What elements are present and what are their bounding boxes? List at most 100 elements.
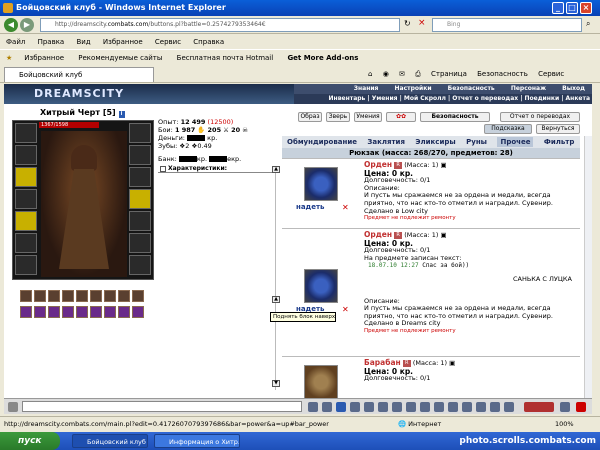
person-icon[interactable] <box>364 402 374 412</box>
belt-item[interactable] <box>48 290 60 302</box>
shield-slot[interactable] <box>129 167 151 187</box>
forward-icon[interactable]: ▶ <box>20 18 34 32</box>
maximize-button[interactable]: □ <box>566 2 578 14</box>
item-name[interactable]: Орден <box>364 160 392 169</box>
item-name[interactable]: Барабан <box>364 358 401 367</box>
clan-icon[interactable] <box>490 402 500 412</box>
belt-item[interactable] <box>62 290 74 302</box>
chat-settings-icon[interactable] <box>8 402 18 412</box>
return-button[interactable]: Вернуться <box>536 124 580 134</box>
addons-link[interactable]: Get More Add-ons <box>287 54 358 62</box>
menu-file[interactable]: Файл <box>6 38 25 46</box>
stop-icon[interactable]: × <box>418 18 426 28</box>
fight-icon[interactable] <box>378 402 388 412</box>
belt-item[interactable] <box>34 290 46 302</box>
tab-filter[interactable]: Фильтр <box>544 138 574 146</box>
earring-slot[interactable] <box>129 123 151 143</box>
gift-icon[interactable] <box>476 402 486 412</box>
print-icon[interactable]: ⎙ <box>415 70 421 78</box>
image-button[interactable]: Образ <box>298 112 322 122</box>
delete-icon[interactable]: ✕ <box>342 203 349 212</box>
skills-button[interactable]: Умения <box>354 112 382 122</box>
belt-item[interactable] <box>90 290 102 302</box>
favorites-button[interactable]: Избранное <box>24 54 64 62</box>
suggested-sites[interactable]: Рекомендуемые сайты <box>78 54 162 62</box>
belt-item[interactable] <box>118 290 130 302</box>
refresh-icon[interactable]: ↻ <box>404 19 411 28</box>
pet-slot[interactable] <box>129 233 151 253</box>
delete-icon[interactable]: ✕ <box>342 305 349 314</box>
necklace-slot[interactable] <box>15 145 37 165</box>
item-name[interactable]: Орден <box>364 230 392 239</box>
hotmail-link[interactable]: Бесплатная почта Hotmail <box>177 54 274 62</box>
book-icon[interactable] <box>462 402 472 412</box>
menu-tools[interactable]: Сервис <box>155 38 181 46</box>
tab-combats[interactable]: Бойцовский клуб <box>4 67 154 82</box>
chat-input[interactable] <box>22 401 302 412</box>
amulet-slot[interactable] <box>129 145 151 165</box>
inventory-scrollbar[interactable] <box>584 136 592 398</box>
helmet-slot[interactable] <box>15 123 37 143</box>
boots-slot[interactable] <box>129 255 151 275</box>
tab-equipment[interactable]: Обмундирование <box>287 138 357 146</box>
bracer-slot[interactable] <box>15 233 37 253</box>
friends-icon[interactable] <box>420 402 430 412</box>
mail-icon[interactable]: ✉ <box>399 70 405 78</box>
weapon-slot[interactable] <box>15 167 37 187</box>
scroll-up-icon[interactable]: ▲ <box>272 166 280 173</box>
rss-icon[interactable]: ◉ <box>383 70 389 78</box>
nav-character[interactable]: Персонаж <box>511 85 546 92</box>
belt-item[interactable] <box>104 290 116 302</box>
belt-item[interactable] <box>20 290 32 302</box>
map-icon[interactable] <box>406 402 416 412</box>
put-on-link[interactable]: надеть <box>296 203 324 211</box>
tab-spells[interactable]: Заклятия <box>367 138 405 146</box>
rune-item[interactable] <box>76 306 88 318</box>
address-input[interactable]: http://dreamscity.combats.com/buttons.pl… <box>40 18 400 32</box>
rune-item[interactable] <box>90 306 102 318</box>
menu-view[interactable]: Вид <box>76 38 90 46</box>
info-icon[interactable]: i <box>118 111 125 118</box>
home-icon[interactable]: ⌂ <box>368 70 372 78</box>
beast-button[interactable]: Зверь <box>326 112 350 122</box>
collapse-icon[interactable] <box>160 165 166 172</box>
tools-menu[interactable]: Сервис <box>538 70 564 78</box>
start-button[interactable]: пуск <box>0 432 60 450</box>
hint-button[interactable]: Подсказка <box>484 124 532 134</box>
belt-item[interactable] <box>76 290 88 302</box>
send-icon[interactable] <box>308 402 318 412</box>
nav-knowledge[interactable]: Знания <box>354 85 379 92</box>
move-up-icon[interactable]: ▲ <box>272 296 280 303</box>
rune-item[interactable] <box>62 306 74 318</box>
rune-item[interactable] <box>104 306 116 318</box>
zoom-level[interactable]: 100% <box>555 417 574 431</box>
rune-item[interactable] <box>118 306 130 318</box>
safety-menu[interactable]: Безопасность <box>477 70 528 78</box>
nav-exit[interactable]: Выход <box>562 85 585 92</box>
menu-favorites[interactable]: Избранное <box>103 38 143 46</box>
rune-item[interactable] <box>132 306 144 318</box>
exit-icon[interactable] <box>560 402 570 412</box>
back-icon[interactable]: ◀ <box>4 18 18 32</box>
transfer-report-button[interactable]: Отчет о переводах <box>500 112 580 122</box>
belt-item[interactable] <box>132 290 144 302</box>
walk-icon[interactable] <box>392 402 402 412</box>
smile-icon[interactable] <box>350 402 360 412</box>
gloves-slot[interactable] <box>129 189 151 209</box>
close-button[interactable]: × <box>580 2 592 14</box>
characteristics-header[interactable]: Характеристики: <box>158 165 276 173</box>
security-button[interactable]: Безопасность <box>420 112 490 122</box>
tab-runes[interactable]: Руны <box>466 138 487 146</box>
nav-settings[interactable]: Настройки <box>395 85 432 92</box>
nav-security[interactable]: Безопасность <box>448 85 495 92</box>
minimize-button[interactable]: _ <box>552 2 564 14</box>
put-on-link[interactable]: надеть <box>296 305 324 313</box>
filter-icon[interactable] <box>336 402 346 412</box>
window-titlebar[interactable]: Бойцовский клуб - Windows Internet Explo… <box>0 0 600 16</box>
tab-other[interactable]: Прочее <box>497 137 534 147</box>
mail-icon[interactable] <box>448 402 458 412</box>
legs-slot[interactable] <box>129 211 151 231</box>
game-sub-nav[interactable]: Инвентарь | Умения | Мой Скролл | Отчет … <box>294 94 592 104</box>
rune-item[interactable] <box>34 306 46 318</box>
rune-item[interactable] <box>20 306 32 318</box>
